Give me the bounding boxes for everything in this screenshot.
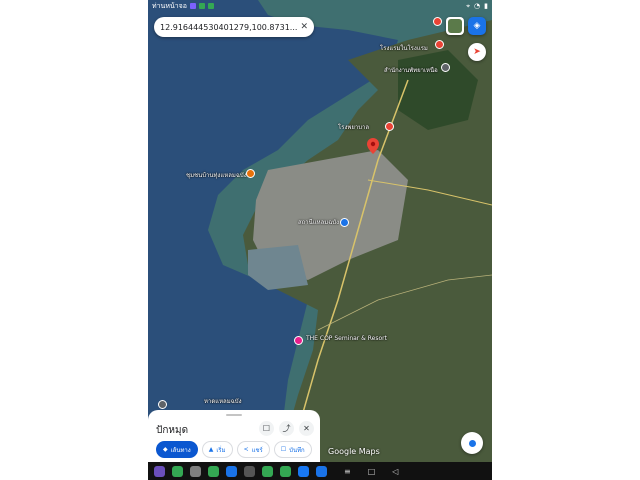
- system-nav-bar: ≡ □ ◁: [148, 462, 492, 480]
- share-label: แชร์: [251, 446, 263, 454]
- map-label-hospital[interactable]: โรงพยาบาล: [338, 122, 369, 132]
- map-label-hotel[interactable]: โรงแรมในโรงแรม: [380, 43, 428, 53]
- google-maps-logo: Google Maps: [328, 447, 380, 456]
- dropped-pin-icon[interactable]: [367, 138, 379, 154]
- home-icon[interactable]: □: [368, 467, 376, 476]
- phone-screen: โรงแรมในโรงแรม สำนักงานพัทยาเหนือ โรงพยา…: [148, 0, 492, 480]
- poi-hospital-icon[interactable]: [385, 122, 394, 131]
- place-bottom-sheet[interactable]: ปักหมุด ☐ ⤴ ✕ ◆ เส้นทาง ▲ เริ่ม < แชร์ ☐…: [148, 410, 320, 462]
- map-label-office[interactable]: สำนักงานพัทยาเหนือ: [384, 65, 438, 75]
- app-icon-2[interactable]: [190, 465, 201, 477]
- status-left-text: ท่านหน้าจอ: [152, 1, 187, 10]
- start-label: เริ่ม: [216, 446, 226, 454]
- directions-button[interactable]: ◆ เส้นทาง: [156, 441, 198, 458]
- save-button[interactable]: ☐ บันทึก: [273, 441, 312, 458]
- app-icon-9[interactable]: [316, 465, 327, 477]
- save-label: บันทึก: [289, 446, 305, 454]
- place-title: ปักหมุด: [156, 425, 189, 436]
- status-bar: ท่านหน้าจอ ⌖ ◔ ▮: [148, 0, 492, 12]
- battery-icon: ▮: [484, 2, 488, 10]
- poi-hotel-pin-icon[interactable]: [435, 40, 444, 49]
- app-icon-6[interactable]: [262, 465, 273, 477]
- satellite-map[interactable]: โรงแรมในโรงแรม สำนักงานพัทยาเหนือ โรงพยา…: [148, 0, 492, 462]
- layers-button[interactable]: ◈: [468, 17, 486, 35]
- app-drawer-icon[interactable]: [154, 465, 165, 477]
- directions-label: เส้นทาง: [170, 446, 191, 454]
- directions-icon: ◆: [163, 446, 168, 453]
- app-icon-3[interactable]: [208, 465, 219, 477]
- clear-search-icon[interactable]: ✕: [300, 22, 308, 32]
- my-location-icon: [468, 439, 476, 447]
- search-query[interactable]: 12.916444530401279,100.8731...: [160, 23, 297, 32]
- close-icon[interactable]: ✕: [299, 421, 314, 436]
- maps-app-icon[interactable]: [280, 465, 291, 477]
- map-label-resort[interactable]: THE COP Seminar & Resort: [306, 335, 387, 342]
- poi-beach-icon[interactable]: [158, 400, 167, 409]
- start-button[interactable]: ▲ เริ่ม: [201, 441, 233, 458]
- poi-community-icon[interactable]: [246, 169, 255, 178]
- map-label-community[interactable]: ชุมชนบ้านทุ่งแหลมฉบัง: [186, 170, 247, 180]
- save-chip-icon: ☐: [280, 446, 287, 453]
- notification-icon: [189, 3, 196, 9]
- app-notification-icon: [198, 3, 205, 9]
- poi-resort-icon[interactable]: [294, 336, 303, 345]
- line-notification-icon: [207, 3, 214, 9]
- app-icon-1[interactable]: [172, 465, 183, 477]
- wifi-icon: ◔: [474, 2, 481, 10]
- map-label-beach[interactable]: หาดแหลมฉบัง: [204, 396, 242, 406]
- back-icon[interactable]: ◁: [392, 467, 398, 476]
- app-icon-5[interactable]: [244, 465, 255, 477]
- sheet-drag-handle[interactable]: [226, 414, 242, 416]
- share-chip-icon: <: [243, 446, 249, 453]
- poi-station-icon[interactable]: [340, 218, 349, 227]
- search-bar[interactable]: 12.916444530401279,100.8731... ✕: [154, 17, 314, 37]
- facebook-app-icon[interactable]: [298, 465, 309, 477]
- layers-icon: ◈: [473, 21, 481, 31]
- poi-office-icon[interactable]: [441, 63, 450, 72]
- map-type-thumbnail-button[interactable]: [446, 17, 464, 35]
- location-icon: ⌖: [466, 1, 471, 10]
- terrain-thumbnail-icon: [448, 19, 462, 33]
- share-button[interactable]: < แชร์: [236, 441, 270, 458]
- navigation-arrow-icon: ▲: [208, 446, 214, 453]
- app-icon-4[interactable]: [226, 465, 237, 477]
- recent-apps-icon[interactable]: ≡: [344, 467, 351, 476]
- bookmark-icon[interactable]: ☐: [259, 421, 274, 436]
- map-label-station[interactable]: สถานีแหลมฉบัง: [298, 217, 339, 227]
- poi-hotel-icon[interactable]: [433, 17, 442, 26]
- compass-button[interactable]: ➤: [468, 43, 486, 61]
- my-location-button[interactable]: [461, 432, 483, 454]
- share-icon[interactable]: ⤴: [279, 421, 294, 436]
- compass-icon: ➤: [473, 47, 481, 57]
